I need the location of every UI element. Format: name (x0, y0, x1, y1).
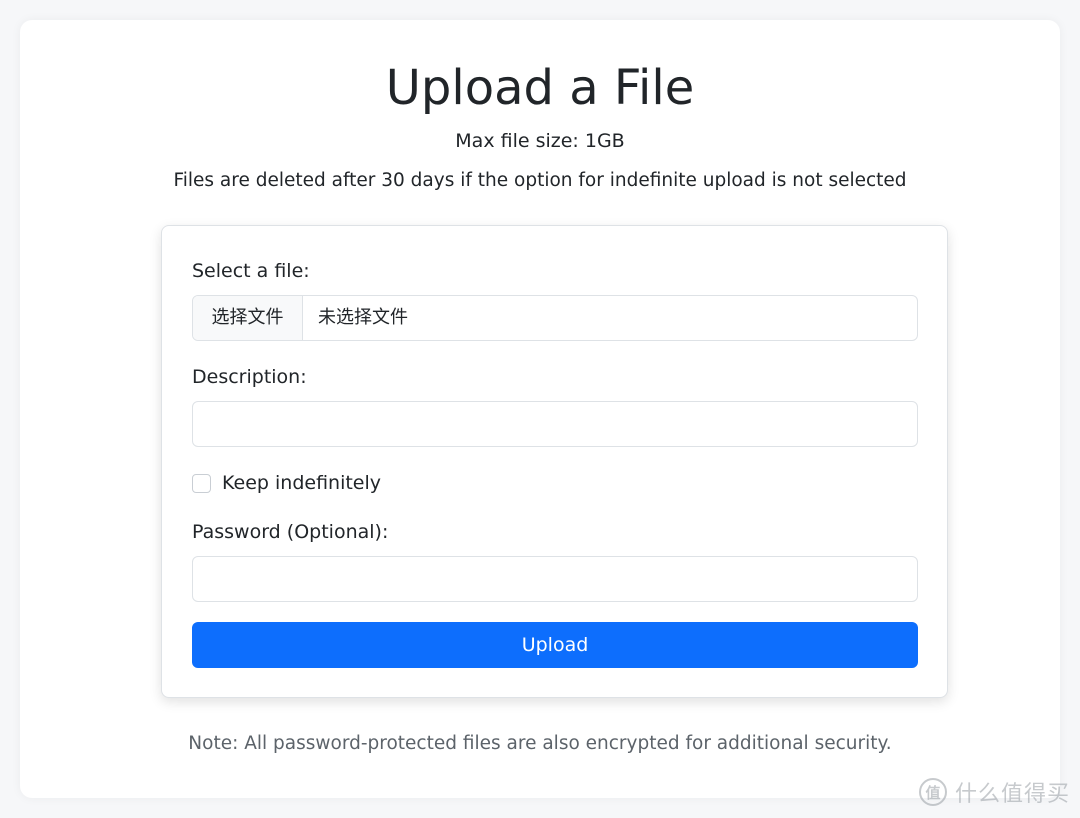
encryption-note: Note: All password-protected files are a… (188, 733, 892, 754)
page-title: Upload a File (385, 60, 695, 116)
password-label: Password (Optional): (192, 521, 389, 543)
upload-form-card: Select a file: 选择文件 未选择文件 Description: K… (161, 225, 948, 698)
upload-button[interactable]: Upload (192, 622, 918, 668)
file-status-text: 未选择文件 (318, 307, 408, 328)
site-watermark: 值 什么值得买 (918, 776, 1070, 808)
file-input[interactable]: 选择文件 未选择文件 (192, 295, 918, 341)
choose-file-button[interactable]: 选择文件 (193, 296, 303, 340)
max-file-size-text: Max file size: 1GB (455, 130, 625, 152)
watermark-logo-icon: 值 (918, 778, 947, 806)
watermark-text: 什么值得买 (954, 782, 1070, 807)
password-input[interactable] (192, 556, 918, 602)
retention-policy-text: Files are deleted after 30 days if the o… (173, 170, 907, 191)
keep-indefinitely-checkbox[interactable] (192, 473, 211, 493)
select-file-label: Select a file: (192, 260, 310, 282)
keep-indefinitely-row[interactable]: Keep indefinitely (192, 471, 381, 495)
description-input[interactable] (192, 401, 918, 447)
keep-indefinitely-label[interactable]: Keep indefinitely (222, 471, 381, 495)
upload-page: Upload a File Max file size: 1GB Files a… (20, 20, 1060, 798)
description-label: Description: (192, 366, 307, 388)
